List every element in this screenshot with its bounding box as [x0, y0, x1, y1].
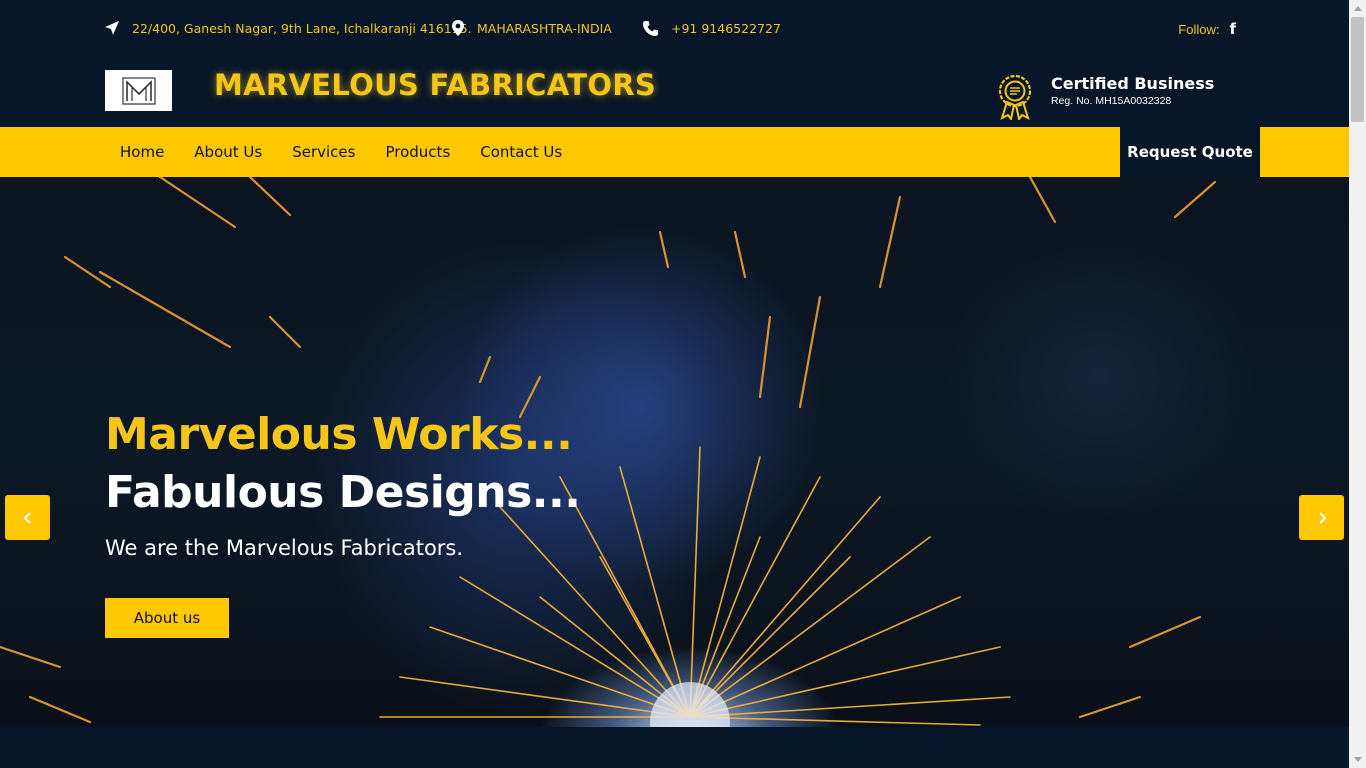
certificate-reg-no: Reg. No. MH15A0032328: [1051, 95, 1172, 107]
next-section-strip: [0, 727, 1349, 768]
follow-label: Follow:: [1178, 21, 1220, 37]
certificate-title: Certified Business: [1051, 74, 1215, 93]
social-follow: Follow: f: [1178, 20, 1236, 38]
company-logo[interactable]: [105, 70, 172, 111]
phone-icon: [642, 20, 659, 37]
nav-item-about-us[interactable]: About Us: [179, 143, 277, 161]
brand-name[interactable]: MARVELOUS FABRICATORS: [214, 68, 656, 102]
slider-prev-button[interactable]: [5, 495, 50, 540]
nav-item-services[interactable]: Services: [277, 143, 370, 161]
nav-item-products[interactable]: Products: [370, 143, 465, 161]
facebook-icon[interactable]: f: [1229, 20, 1236, 38]
chevron-right-icon: [1318, 511, 1326, 524]
main-nav: Home About Us Services Products Contact …: [0, 127, 1349, 177]
hero-heading-line2: Fabulous Designs...: [105, 467, 581, 518]
chevron-left-icon: [23, 511, 31, 524]
state-info: MAHARASHTRA-INDIA: [451, 18, 612, 38]
hero-slider: Marvelous Works... Fabulous Designs... W…: [0, 177, 1349, 727]
scroll-up-arrow-icon[interactable]: [1349, 0, 1366, 17]
navigation-arrow-icon: [104, 20, 120, 36]
m-monogram-logo: [121, 76, 156, 105]
phone-text[interactable]: +91 9146522727: [671, 21, 781, 36]
nav-item-home[interactable]: Home: [105, 143, 179, 161]
page-scrollbar[interactable]: [1349, 0, 1366, 768]
scrollbar-thumb[interactable]: [1351, 17, 1364, 122]
nav-menu: Home About Us Services Products Contact …: [105, 127, 577, 177]
state-text: MAHARASHTRA-INDIA: [477, 20, 612, 36]
slider-next-button[interactable]: [1299, 495, 1344, 540]
address-info: 22/400, Ganesh Nagar, 9th Lane, Ichalkar…: [104, 18, 472, 38]
hero-heading-line1: Marvelous Works...: [105, 409, 573, 460]
top-header: 22/400, Ganesh Nagar, 9th Lane, Ichalkar…: [0, 0, 1349, 127]
nav-item-contact-us[interactable]: Contact Us: [465, 143, 577, 161]
hero-tagline: We are the Marvelous Fabricators.: [105, 536, 464, 560]
phone-info[interactable]: +91 9146522727: [642, 18, 781, 38]
address-text: 22/400, Ganesh Nagar, 9th Lane, Ichalkar…: [132, 20, 472, 36]
scroll-down-arrow-icon[interactable]: [1349, 751, 1366, 768]
about-us-button[interactable]: About us: [105, 598, 229, 638]
page: 22/400, Ganesh Nagar, 9th Lane, Ichalkar…: [0, 0, 1366, 768]
award-badge-icon: [997, 74, 1033, 125]
request-quote-button[interactable]: Request Quote: [1120, 127, 1260, 177]
map-pin-icon: [451, 19, 465, 37]
